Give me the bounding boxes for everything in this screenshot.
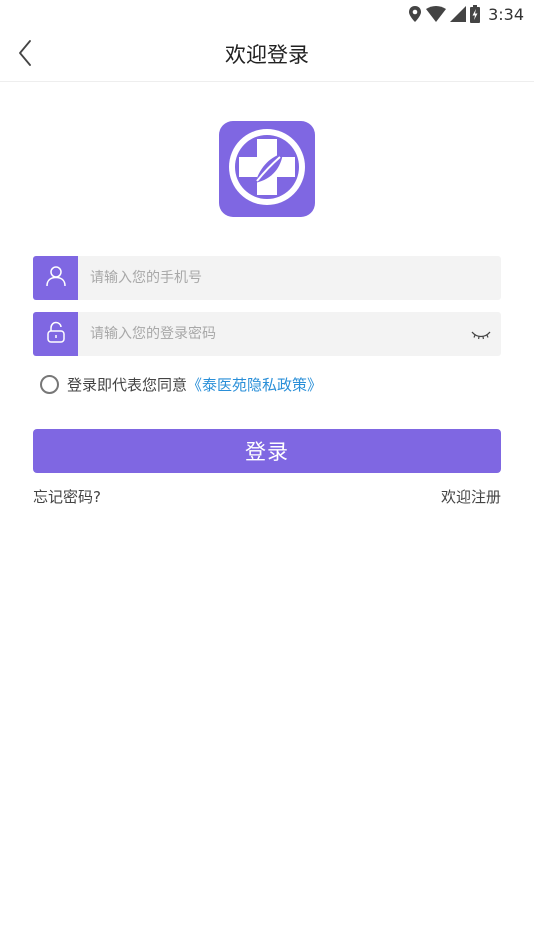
agreement-checkbox[interactable] — [40, 374, 59, 394]
page-title: 欢迎登录 — [225, 43, 309, 67]
status-time: 3:34 — [488, 4, 524, 24]
agreement-text: 登录即代表您同意 — [67, 375, 188, 394]
signal-icon — [450, 6, 467, 22]
eye-closed-icon — [471, 325, 491, 344]
phone-input-row — [33, 256, 501, 300]
password-input-row — [33, 312, 501, 356]
location-icon — [408, 6, 422, 22]
privacy-policy-link[interactable]: 《泰医苑隐私政策》 — [187, 374, 322, 395]
header-bar: 欢迎登录 — [0, 28, 534, 82]
wifi-icon — [426, 6, 447, 22]
battery-icon — [470, 5, 481, 23]
app-logo — [219, 121, 315, 217]
status-bar: 3:34 — [0, 0, 534, 28]
password-icon-box — [33, 312, 78, 356]
lock-icon — [46, 321, 66, 347]
password-visibility-toggle[interactable] — [461, 312, 501, 356]
phone-input[interactable] — [78, 256, 501, 300]
password-input[interactable] — [78, 312, 461, 356]
register-link[interactable]: 欢迎注册 — [441, 486, 501, 507]
login-screen: 3:34 欢迎登录 请输入您的手机号 登录即代表您同意 《泰医苑隐私政策》 登录… — [0, 0, 534, 950]
user-icon — [45, 265, 66, 291]
forgot-password-link[interactable]: 忘记密码? — [33, 486, 101, 507]
login-button[interactable]: 登录 — [33, 429, 501, 473]
phone-icon-box — [33, 256, 78, 300]
medical-cross-leaf-icon — [225, 125, 309, 213]
agreement-row: 登录即代表您同意 《泰医苑隐私政策》 — [40, 372, 322, 396]
